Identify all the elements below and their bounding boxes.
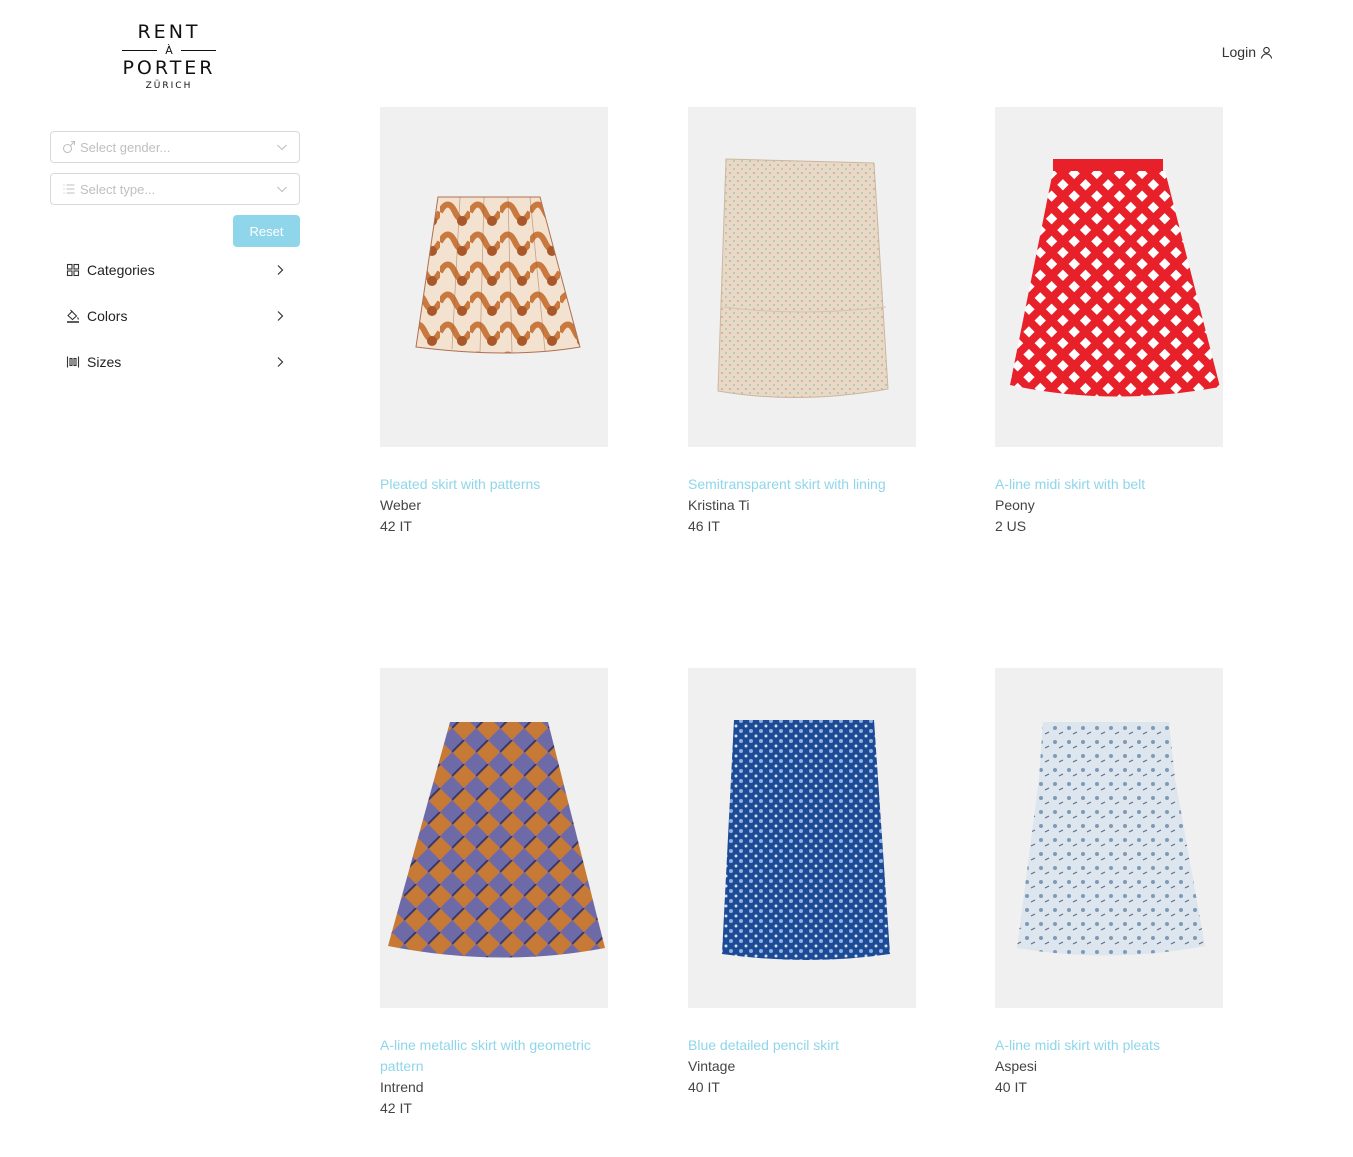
product-size: 42 IT — [380, 1100, 412, 1116]
male-icon — [62, 140, 76, 154]
reset-button[interactable]: Reset — [233, 215, 300, 247]
skirt-illustration — [1010, 159, 1220, 397]
product-card[interactable]: Semitransparent skirt with lining Kristi… — [688, 107, 916, 537]
menu-item-colors[interactable]: Colors — [66, 304, 286, 328]
product-card[interactable]: Blue detailed pencil skirt Vintage 40 IT — [688, 668, 916, 1098]
product-title[interactable]: Semitransparent skirt with lining — [688, 474, 916, 495]
menu-item-label: Categories — [87, 262, 155, 278]
product-size: 40 IT — [688, 1079, 720, 1095]
product-card[interactable]: A-line metallic skirt with geometric pat… — [380, 668, 608, 1119]
product-brand: Aspesi — [995, 1058, 1038, 1074]
user-icon — [1260, 46, 1273, 59]
type-select[interactable]: Select type... — [50, 173, 300, 205]
logo-line-rent: RENT — [137, 21, 201, 43]
logo-line-porter: PORTER — [122, 57, 216, 79]
chevron-down-icon — [277, 144, 287, 151]
gender-select-placeholder: Select gender... — [80, 139, 171, 155]
menu-item-label: Colors — [87, 308, 128, 324]
brand-logo[interactable]: RENT À PORTER ZÜRICH — [122, 22, 216, 91]
chevron-down-icon — [277, 186, 287, 193]
product-image[interactable] — [688, 668, 916, 1008]
chevron-right-icon — [277, 265, 284, 275]
product-title[interactable]: A-line midi skirt with belt — [995, 474, 1223, 495]
skirt-illustration — [415, 196, 581, 354]
product-brand: Vintage — [688, 1058, 736, 1074]
product-size: 42 IT — [380, 518, 412, 534]
product-brand: Weber — [380, 497, 421, 513]
product-card[interactable]: Pleated skirt with patterns Weber 42 IT — [380, 107, 608, 537]
product-title[interactable]: Blue detailed pencil skirt — [688, 1035, 916, 1056]
menu-item-sizes[interactable]: Sizes — [66, 350, 286, 374]
chevron-right-icon — [277, 357, 284, 367]
list-icon — [63, 184, 75, 194]
menu-item-label: Sizes — [87, 354, 122, 370]
paint-bucket-icon — [67, 309, 79, 323]
product-image[interactable] — [995, 668, 1223, 1008]
skirt-illustration — [388, 722, 605, 958]
login-label: Login — [1221, 44, 1256, 60]
product-title[interactable]: A-line midi skirt with pleats — [995, 1035, 1223, 1056]
product-size: 46 IT — [688, 518, 720, 534]
skirt-illustration — [1017, 722, 1205, 956]
product-brand: Peony — [995, 497, 1035, 513]
product-image[interactable] — [995, 107, 1223, 447]
logo-line-a: À — [165, 43, 173, 57]
product-image[interactable] — [380, 107, 608, 447]
login-link[interactable]: Login — [1222, 44, 1273, 60]
grid-icon — [66, 263, 80, 277]
product-brand: Intrend — [380, 1079, 424, 1095]
product-card[interactable]: A-line midi skirt with pleats Aspesi 40 … — [995, 668, 1223, 1098]
product-title[interactable]: A-line metallic skirt with geometric pat… — [380, 1035, 608, 1077]
skirt-illustration — [717, 158, 889, 398]
product-brand: Kristina Ti — [688, 497, 750, 513]
product-card[interactable]: A-line midi skirt with belt Peony 2 US — [995, 107, 1223, 537]
product-title[interactable]: Pleated skirt with patterns — [380, 474, 608, 495]
type-select-placeholder: Select type... — [80, 181, 156, 197]
chevron-right-icon — [277, 311, 284, 321]
skirt-illustration — [722, 720, 890, 960]
menu-item-categories[interactable]: Categories — [66, 258, 286, 282]
column-width-icon — [66, 356, 80, 368]
product-size: 40 IT — [995, 1079, 1027, 1095]
product-size: 2 US — [995, 518, 1027, 534]
product-image[interactable] — [380, 668, 608, 1008]
gender-select[interactable]: Select gender... — [50, 131, 300, 163]
product-image[interactable] — [688, 107, 916, 447]
logo-line-zurich: ZÜRICH — [145, 81, 193, 91]
